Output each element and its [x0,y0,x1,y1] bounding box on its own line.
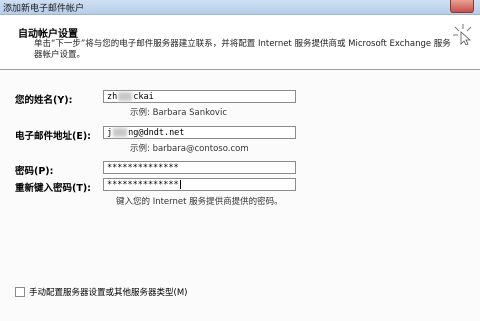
page-title: 自动帐户设置 [18,29,78,40]
name-value-start: zh [107,92,118,102]
wizard-header: 自动帐户设置 单击“下一步”将与您的电子邮件服务器建立联系，并将配置 Inter… [0,15,480,70]
manual-config-label: 手动配置服务器设置或其他服务器类型(M) [29,288,188,298]
window-titlebar: 添加新电子邮件帐户 [0,0,480,15]
cursor-sparkle-icon [453,24,472,45]
email-label: 电子邮件地址(E): [15,131,91,142]
name-value-end: ckai [133,92,154,102]
confirm-password-label: 重新键入密码(T): [15,183,91,194]
name-hint: 示例: Barbara Sankovic [130,108,227,118]
email-value-end: ng@dndt.net [128,128,185,138]
page-description: 单击“下一步”将与您的电子邮件服务器建立联系，并将配置 Internet 服务提… [34,39,451,60]
redaction-blur [118,92,133,101]
email-hint: 示例: barbara@contoso.com [130,144,249,154]
manual-config-option[interactable]: 手动配置服务器设置或其他服务器类型(M) [15,286,187,298]
email-value-start: j [107,128,113,138]
password-hint: 键入您的 Internet 服务提供商提供的密码。 [116,197,283,207]
confirm-password-field[interactable]: ************** [103,178,296,191]
confirm-password-value: ************** [107,180,179,190]
manual-config-checkbox[interactable] [15,287,25,297]
redaction-blur [113,128,128,137]
email-field[interactable]: j ng@dndt.net [103,126,296,139]
window-title: 添加新电子邮件帐户 [3,4,85,14]
name-label: 您的姓名(Y): [15,95,73,106]
account-form: 您的姓名(Y): zh ckai 示例: Barbara Sankovic 电子邮… [0,70,480,321]
text-caret [179,180,181,189]
close-button[interactable] [450,0,474,13]
password-label: 密码(P): [15,166,54,177]
password-field[interactable]: ************** [103,161,296,174]
password-value: ************** [107,163,179,173]
name-field[interactable]: zh ckai [103,90,296,103]
